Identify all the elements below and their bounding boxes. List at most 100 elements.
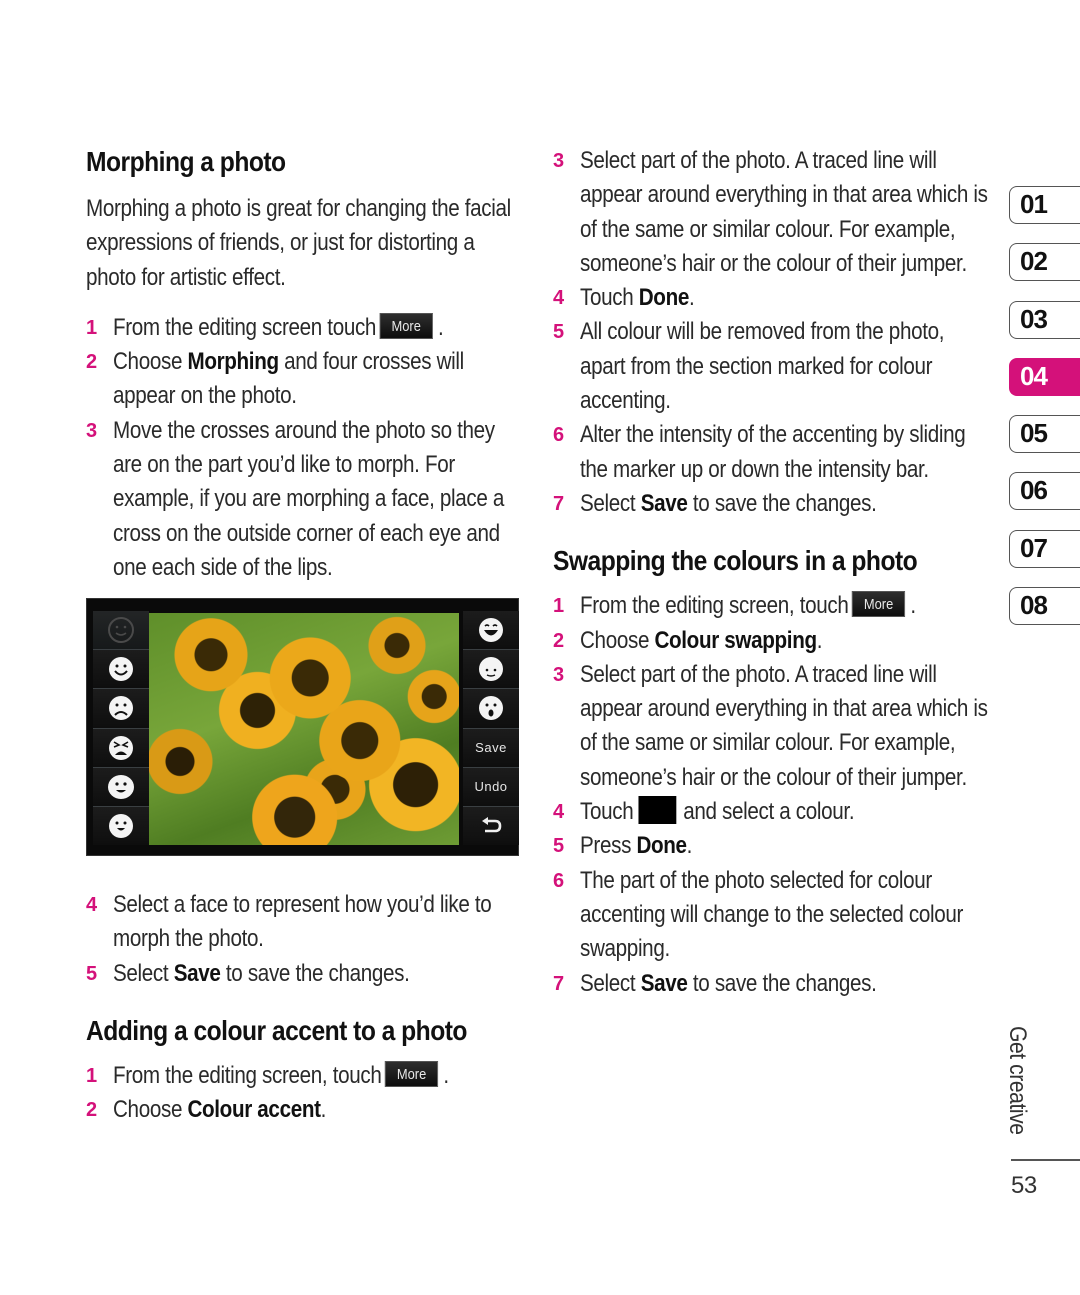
more-button[interactable]: More bbox=[379, 312, 433, 339]
step-number: 1 bbox=[86, 316, 97, 339]
face-option[interactable] bbox=[93, 689, 149, 729]
step-item: 3 Select part of the photo. A traced lin… bbox=[553, 144, 993, 281]
undo-button[interactable]: Undo bbox=[463, 767, 519, 807]
step-item: 4 Touch and select a colour. bbox=[553, 795, 993, 829]
step-text-end: . bbox=[816, 626, 823, 654]
morphing-steps-cont: 4 Select a face to represent how you’d l… bbox=[86, 888, 526, 991]
step-text: Select a face to represent how you’d lik… bbox=[113, 891, 492, 953]
chapter-tab-05[interactable]: 05 bbox=[1009, 415, 1080, 454]
step-text-end: to save the changes. bbox=[687, 969, 877, 997]
step-item: 7 Select Save to save the changes. bbox=[553, 487, 993, 521]
chapter-tabs: 01 02 03 04 05 06 07 08 bbox=[1009, 186, 1080, 644]
colour-picker-swatch[interactable] bbox=[638, 795, 677, 824]
step-bold: Save bbox=[173, 959, 221, 987]
step-item: 6 The part of the photo selected for col… bbox=[553, 864, 993, 967]
step-text-end: . bbox=[910, 592, 916, 620]
step-text-end: to save the changes. bbox=[220, 959, 410, 987]
step-text: Choose bbox=[580, 626, 655, 654]
step-text-end: . bbox=[443, 1061, 449, 1089]
step-text: Touch bbox=[580, 284, 639, 312]
chapter-tab-01[interactable]: 01 bbox=[1009, 186, 1080, 224]
step-text: From the editing screen, touch bbox=[113, 1061, 382, 1089]
step-text: Select part of the photo. A traced line … bbox=[580, 660, 988, 791]
step-number: 5 bbox=[553, 835, 564, 858]
colour-accent-title: Adding a colour accent to a photo bbox=[86, 1014, 467, 1046]
swapping-title: Swapping the colours in a photo bbox=[553, 545, 918, 577]
laughing-face-icon bbox=[479, 618, 503, 643]
morphing-steps: 1 From the editing screen touch More. 2 C… bbox=[86, 311, 526, 585]
face-option[interactable] bbox=[463, 611, 519, 651]
save-button[interactable]: Save bbox=[463, 728, 519, 768]
step-bold: Save bbox=[640, 489, 688, 517]
step-bold: Done bbox=[636, 832, 687, 860]
step-text-end: to save the changes. bbox=[687, 489, 877, 517]
back-button[interactable] bbox=[463, 806, 519, 846]
step-text: All colour will be removed from the phot… bbox=[580, 318, 945, 415]
swapping-steps: 1 From the editing screen, touch More. 2 … bbox=[553, 589, 993, 1001]
left-column: Morphing a photo Morphing a photo is gre… bbox=[86, 144, 526, 585]
step-number: 2 bbox=[553, 629, 564, 652]
step-item: 4 Touch Done. bbox=[553, 281, 993, 315]
step-item: 2 Choose Colour swapping. bbox=[553, 624, 993, 658]
more-button[interactable]: More bbox=[851, 590, 906, 617]
step-number: 6 bbox=[553, 869, 564, 892]
step-number: 4 bbox=[553, 801, 564, 824]
step-number: 4 bbox=[86, 894, 97, 916]
more-button[interactable]: More bbox=[384, 1060, 439, 1087]
chapter-tab-08[interactable]: 08 bbox=[1009, 587, 1080, 626]
face-option[interactable] bbox=[93, 650, 149, 690]
grin-face-icon bbox=[108, 774, 134, 799]
step-number: 2 bbox=[86, 351, 97, 374]
step-text: Choose bbox=[113, 1096, 188, 1124]
step-text: Choose bbox=[113, 348, 188, 376]
morphing-title: Morphing a photo bbox=[86, 146, 286, 177]
step-text: The part of the photo selected for colou… bbox=[580, 866, 964, 963]
chapter-tab-04[interactable]: 04 bbox=[1009, 357, 1080, 396]
step-text-end: and select a colour. bbox=[683, 798, 855, 826]
back-arrow-icon bbox=[482, 816, 502, 833]
step-number: 3 bbox=[553, 663, 564, 686]
face-option[interactable] bbox=[463, 650, 519, 690]
face-option[interactable] bbox=[93, 728, 149, 768]
footer-divider bbox=[1011, 1159, 1080, 1161]
step-text: Select bbox=[580, 969, 641, 997]
step-item: 5 Select Save to save the changes. bbox=[86, 957, 526, 991]
step-text: From the editing screen touch bbox=[113, 313, 377, 341]
step-item: 1 From the editing screen, touch More. bbox=[86, 1059, 526, 1093]
step-bold: Morphing bbox=[187, 348, 279, 376]
step-bold: Save bbox=[640, 969, 688, 997]
face-option[interactable] bbox=[463, 689, 519, 729]
step-item: 5 All colour will be removed from the ph… bbox=[553, 315, 993, 418]
face-option[interactable] bbox=[93, 767, 149, 807]
step-item: 2 Choose Colour accent. bbox=[86, 1093, 526, 1127]
face-option[interactable] bbox=[93, 611, 149, 651]
step-text: Select part of the photo. A traced line … bbox=[580, 147, 988, 277]
step-text: Alter the intensity of the accenting by … bbox=[580, 421, 966, 483]
colour-accent-steps-cont: 3 Select part of the photo. A traced lin… bbox=[553, 144, 993, 521]
step-text-end: . bbox=[320, 1096, 327, 1124]
step-item: 3 Move the crosses around the photo so t… bbox=[86, 414, 526, 585]
sunflower-photo bbox=[149, 613, 459, 845]
step-number: 7 bbox=[553, 492, 564, 515]
chapter-tab-07[interactable]: 07 bbox=[1009, 529, 1080, 568]
step-text: Press bbox=[580, 832, 637, 860]
chapter-tab-03[interactable]: 03 bbox=[1009, 300, 1080, 339]
step-number: 7 bbox=[553, 972, 564, 995]
step-item: 1 From the editing screen, touch More. bbox=[553, 589, 993, 623]
step-item: 7 Select Save to save the changes. bbox=[553, 967, 993, 1001]
step-item: 6 Alter the intensity of the accenting b… bbox=[553, 418, 993, 487]
angry-face-icon bbox=[109, 735, 133, 760]
smile-face-icon bbox=[109, 657, 133, 682]
chapter-tab-02[interactable]: 02 bbox=[1009, 243, 1080, 282]
step-text: Touch bbox=[580, 798, 634, 826]
section-label: Get creative bbox=[1004, 1026, 1031, 1135]
step-item: 5 Press Done. bbox=[553, 829, 993, 863]
content-face-icon bbox=[479, 657, 503, 682]
chapter-tab-06[interactable]: 06 bbox=[1009, 472, 1080, 511]
step-text-end: . bbox=[437, 313, 444, 341]
right-column: 3 Select part of the photo. A traced lin… bbox=[553, 144, 993, 1001]
face-option[interactable] bbox=[93, 806, 149, 846]
step-number: 5 bbox=[86, 962, 97, 985]
colour-accent-steps: 1 From the editing screen, touch More. 2 … bbox=[86, 1059, 526, 1128]
step-number: 6 bbox=[553, 424, 564, 447]
